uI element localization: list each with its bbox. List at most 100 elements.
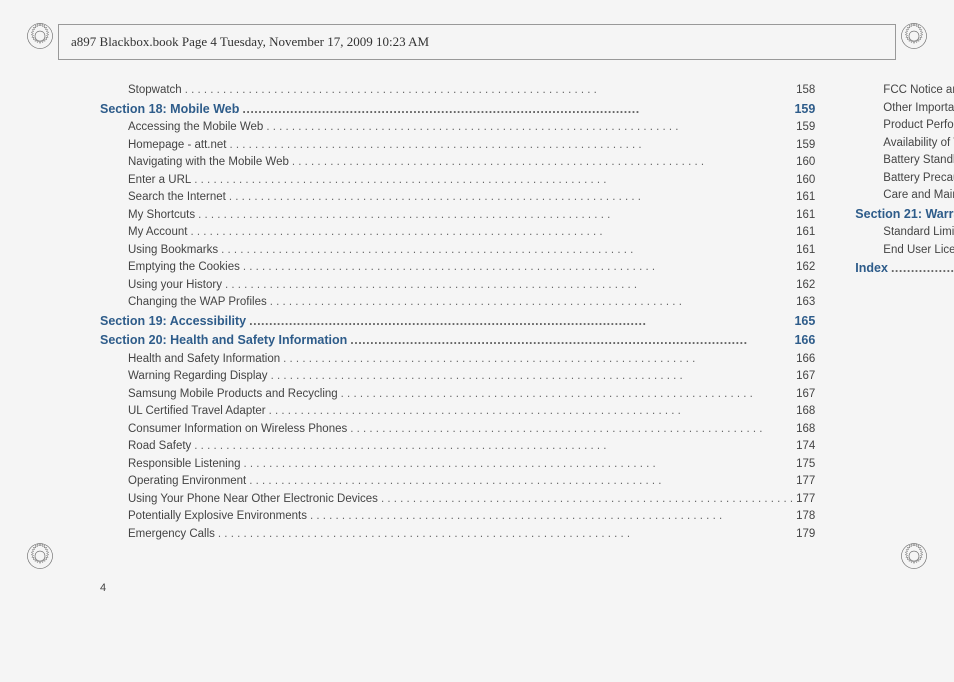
toc-leader-dots	[194, 440, 793, 452]
toc-label: Responsible Listening	[128, 458, 241, 470]
toc-entry: Availability of Various Features/Ring To…	[855, 137, 954, 149]
toc-entry: Samsung Mobile Products and Recycling167	[100, 388, 815, 400]
toc-page-number: 158	[796, 84, 815, 96]
toc-page-number: 175	[796, 458, 815, 470]
toc-leader-dots	[292, 156, 793, 168]
toc-leader-dots	[185, 84, 793, 96]
toc-label: Using Your Phone Near Other Electronic D…	[128, 493, 378, 505]
toc-entry: Emptying the Cookies 162	[100, 261, 815, 273]
toc-entry: Consumer Information on Wireless Phones 1…	[100, 423, 815, 435]
toc-entry: End User License Agreement for Software1…	[855, 244, 954, 256]
toc-entry: Changing the WAP Profiles163	[100, 296, 815, 308]
document-header-text: a897 Blackbox.book Page 4 Tuesday, Novem…	[59, 34, 429, 50]
toc-page-number: 159	[794, 102, 815, 116]
toc-entry: Road Safety174	[100, 440, 815, 452]
toc-leader-dots	[283, 353, 793, 365]
toc-page-number: 160	[796, 156, 815, 168]
toc-page-number: 162	[796, 279, 815, 291]
toc-label: Consumer Information on Wireless Phones	[128, 423, 347, 435]
toc-page-number: 165	[794, 314, 815, 328]
toc-entry: FCC Notice and Cautions180	[855, 84, 954, 96]
toc-label: Using Bookmarks	[128, 244, 218, 256]
toc-label: Navigating with the Mobile Web	[128, 156, 289, 168]
toc-label: Index	[855, 261, 888, 275]
toc-entry: Using Your Phone Near Other Electronic D…	[100, 493, 815, 505]
toc-page-number: 177	[796, 475, 815, 487]
toc-entry: Stopwatch 158	[100, 84, 815, 96]
toc-column-right: FCC Notice and Cautions180 Other Importan…	[855, 84, 954, 642]
toc-leader-dots	[270, 296, 793, 308]
toc-label: Emergency Calls	[128, 528, 215, 540]
toc-section: Section 20: Health and Safety Informatio…	[100, 333, 815, 347]
toc-page-number: 177	[796, 493, 815, 505]
toc-page-number: 161	[796, 209, 815, 221]
toc-leader-dots	[266, 121, 793, 133]
toc-leader-dots	[310, 510, 793, 522]
toc-page-number: 167	[796, 388, 815, 400]
toc-leader-dots	[244, 458, 794, 470]
toc-label: Emptying the Cookies	[128, 261, 240, 273]
gear-icon	[896, 18, 932, 54]
toc-page-number: 166	[796, 353, 815, 365]
toc-leader-dots	[198, 209, 793, 221]
toc-leader-dots	[218, 528, 793, 540]
toc-label: Stopwatch	[128, 84, 182, 96]
toc-leader-dots	[221, 244, 793, 256]
toc-page-number: 161	[796, 244, 815, 256]
toc-page-number: 161	[796, 191, 815, 203]
toc-page-number: 159	[796, 121, 815, 133]
toc-entry: Responsible Listening 175	[100, 458, 815, 470]
toc-entry: Care and Maintenance183	[855, 189, 954, 201]
toc-label: Section 18: Mobile Web	[100, 102, 239, 116]
toc-leader-dots	[271, 370, 794, 382]
toc-label: Product Performance	[883, 119, 954, 131]
toc-label: FCC Notice and Cautions	[883, 84, 954, 96]
toc-leader-dots	[243, 261, 793, 273]
toc-page-number: 162	[796, 261, 815, 273]
toc-page-number: 159	[796, 139, 815, 151]
toc-entry: Other Important Safety Information180	[855, 102, 954, 114]
toc-entry: Search the Internet 161	[100, 191, 815, 203]
toc-label: Potentially Explosive Environments	[128, 510, 307, 522]
toc-entry: Health and Safety Information 166	[100, 353, 815, 365]
toc-label: Road Safety	[128, 440, 191, 452]
toc-label: Battery Standby and Talk Time	[883, 154, 954, 166]
toc-page-number: 168	[796, 423, 815, 435]
toc-label: Battery Precautions	[883, 172, 954, 184]
toc-label: End User License Agreement for Software	[883, 244, 954, 256]
toc-leader-dots	[249, 475, 793, 487]
toc-label: Accessing the Mobile Web	[128, 121, 263, 133]
toc-label: UL Certified Travel Adapter	[128, 405, 266, 417]
toc-body: Stopwatch158Section 18: Mobile Web159Acc…	[100, 84, 904, 642]
toc-entry: Using your History 162	[100, 279, 815, 291]
toc-leader-dots	[269, 405, 793, 417]
toc-label: Warning Regarding Display	[128, 370, 268, 382]
toc-label: Section 19: Accessibility	[100, 314, 246, 328]
toc-page-number: 161	[796, 226, 815, 238]
toc-label: My Shortcuts	[128, 209, 195, 221]
toc-entry: Standard Limited Warranty185	[855, 226, 954, 238]
toc-leader-dots	[242, 102, 791, 116]
toc-label: Health and Safety Information	[128, 353, 280, 365]
toc-label: Using your History	[128, 279, 222, 291]
toc-entry: Potentially Explosive Environments178	[100, 510, 815, 522]
toc-label: Operating Environment	[128, 475, 246, 487]
page-number: 4	[100, 582, 106, 594]
toc-entry: UL Certified Travel Adapter168	[100, 405, 815, 417]
toc-section: Section 18: Mobile Web 159	[100, 102, 815, 116]
toc-label: Section 20: Health and Safety Informatio…	[100, 333, 347, 347]
toc-label: Changing the WAP Profiles	[128, 296, 267, 308]
toc-page-number: 166	[794, 333, 815, 347]
toc-page-number: 179	[796, 528, 815, 540]
toc-leader-dots	[249, 314, 791, 328]
toc-entry: Warning Regarding Display167	[100, 370, 815, 382]
gear-icon	[22, 18, 58, 54]
toc-leader-dots	[229, 191, 793, 203]
toc-leader-dots	[891, 261, 954, 275]
toc-entry: Accessing the Mobile Web 159	[100, 121, 815, 133]
toc-label: Care and Maintenance	[883, 189, 954, 201]
toc-section: Index193	[855, 261, 954, 275]
toc-entry: Emergency Calls 179	[100, 528, 815, 540]
toc-entry: Enter a URL160	[100, 174, 815, 186]
toc-label: Search the Internet	[128, 191, 226, 203]
